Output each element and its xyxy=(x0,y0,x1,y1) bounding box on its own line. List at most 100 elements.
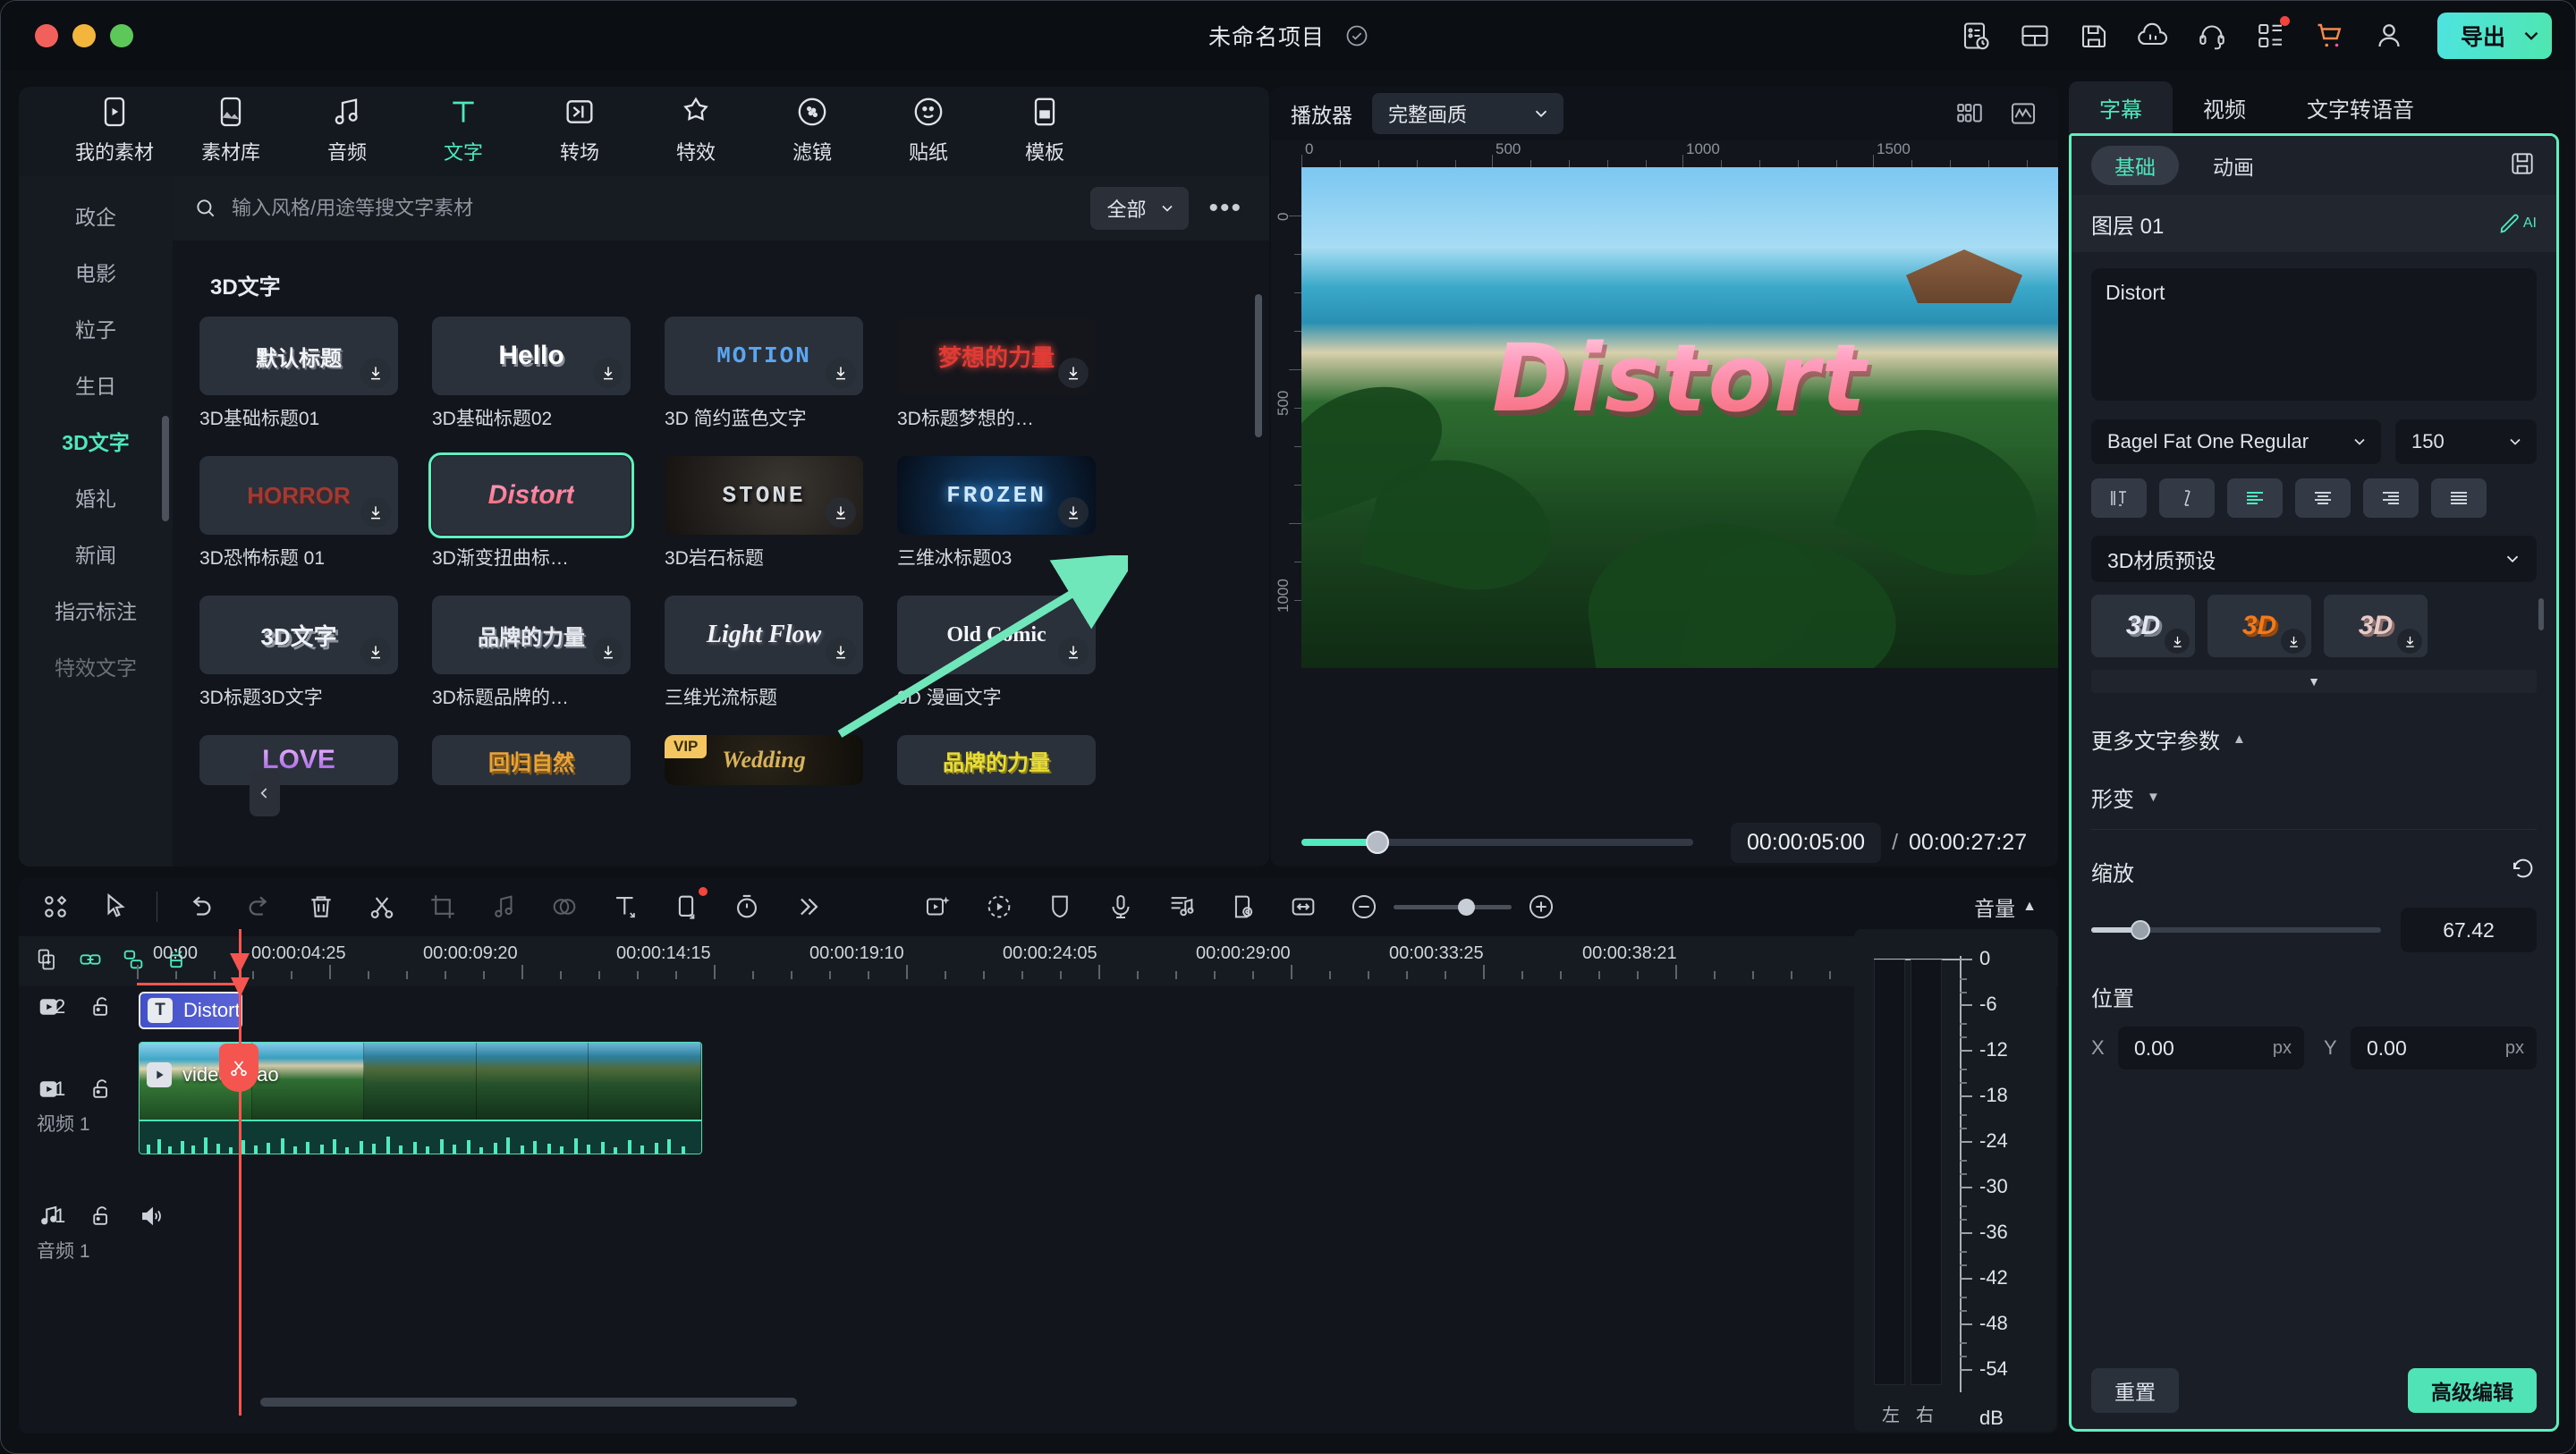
segment-animation[interactable]: 动画 xyxy=(2190,146,2277,185)
shield-button[interactable] xyxy=(1045,892,1075,922)
link-button[interactable] xyxy=(78,947,103,976)
nav-tab-template[interactable]: 模板 xyxy=(987,94,1103,176)
crop-button[interactable] xyxy=(428,892,458,922)
current-time[interactable]: 00:00:05:00 xyxy=(1731,822,1882,863)
nav-tab-text[interactable]: 文字 xyxy=(405,94,521,176)
download-icon[interactable] xyxy=(593,637,623,667)
align-right-button[interactable] xyxy=(2363,478,2419,518)
timeline-zoom-slider[interactable] xyxy=(1394,898,1512,916)
nav-tab-transition[interactable]: 转场 xyxy=(521,94,638,176)
material-scrollbar[interactable] xyxy=(2538,598,2544,630)
position-y-input[interactable]: 0.00 px xyxy=(2351,1027,2537,1069)
template-card[interactable]: VIP Wedding xyxy=(665,735,863,785)
close-window-button[interactable] xyxy=(35,24,58,47)
add-track-button[interactable] xyxy=(35,947,60,976)
window-controls[interactable] xyxy=(35,24,133,47)
text-tool-button[interactable] xyxy=(610,892,640,922)
playback-progress-slider[interactable] xyxy=(1301,831,1693,854)
delete-button[interactable] xyxy=(306,892,336,922)
category-item-3[interactable]: 生日 xyxy=(19,365,173,404)
deform-section[interactable]: 形变 ▼ xyxy=(2091,782,2537,813)
category-item-7[interactable]: 指示标注 xyxy=(19,590,173,630)
chevron-down-icon[interactable] xyxy=(2520,24,2543,47)
align-center-button[interactable] xyxy=(2295,478,2351,518)
category-item-8[interactable]: 特效文字 xyxy=(19,647,173,686)
download-icon[interactable] xyxy=(826,358,856,388)
timeline-clip-text[interactable]: T Distort xyxy=(139,992,242,1029)
download-icon[interactable] xyxy=(360,637,391,667)
color-match-button[interactable] xyxy=(549,892,580,922)
audio-detach-button[interactable] xyxy=(488,892,519,922)
select-tool-button[interactable] xyxy=(101,892,131,922)
waveform-icon[interactable] xyxy=(2008,98,2038,129)
download-icon[interactable] xyxy=(1058,497,1089,528)
more-options-button[interactable]: ••• xyxy=(1203,193,1242,224)
expand-materials-button[interactable]: ▼ xyxy=(2091,670,2537,693)
download-icon[interactable] xyxy=(1058,358,1089,388)
category-item-2[interactable]: 粒子 xyxy=(19,309,173,348)
template-card[interactable]: STONE 3D岩石标题 xyxy=(665,456,863,571)
template-card[interactable]: MOTION 3D 简约蓝色文字 xyxy=(665,317,863,431)
download-icon[interactable] xyxy=(360,497,391,528)
video-canvas[interactable]: Distort xyxy=(1301,167,2058,668)
download-icon[interactable] xyxy=(593,358,623,388)
nav-tab-effects[interactable]: 特效 xyxy=(638,94,754,176)
nav-tab-my-media[interactable]: 我的素材 xyxy=(56,94,173,176)
category-item-5[interactable]: 婚礼 xyxy=(19,478,173,517)
align-left-button[interactable] xyxy=(2227,478,2283,518)
volume-meter-toggle[interactable]: 音量 ▲ xyxy=(1974,892,2037,922)
cart-icon[interactable] xyxy=(2314,20,2346,52)
nav-tab-filter[interactable]: 滤镜 xyxy=(754,94,870,176)
quality-dropdown[interactable]: 完整画质 xyxy=(1372,93,1563,134)
template-card[interactable]: 3D文字 3D标题3D文字 xyxy=(199,596,398,710)
reset-scale-icon[interactable] xyxy=(2510,855,2537,888)
lock-icon[interactable] xyxy=(89,1203,115,1230)
template-card-selected[interactable]: Distort 3D渐变扭曲标… xyxy=(428,452,634,571)
task-list-icon[interactable] xyxy=(1960,20,1992,52)
download-icon[interactable] xyxy=(2165,629,2190,654)
template-card[interactable]: 品牌的力量 xyxy=(897,735,1096,785)
scale-slider-knob[interactable] xyxy=(2131,920,2150,940)
position-x-input[interactable]: 0.00 px xyxy=(2118,1027,2304,1069)
grid-scrollbar[interactable] xyxy=(1255,294,1262,437)
undo-button[interactable] xyxy=(184,892,215,922)
split-at-playhead-button[interactable] xyxy=(219,1044,258,1092)
download-icon[interactable] xyxy=(1058,637,1089,667)
minimize-window-button[interactable] xyxy=(72,24,96,47)
tab-subtitle[interactable]: 字幕 xyxy=(2069,81,2173,133)
tab-video[interactable]: 视频 xyxy=(2173,81,2276,133)
download-icon[interactable] xyxy=(2281,629,2306,654)
material-card[interactable]: 3D xyxy=(2324,595,2428,657)
download-icon[interactable] xyxy=(2397,629,2422,654)
category-item-3d-text[interactable]: 3D文字 xyxy=(19,421,173,461)
nav-tab-stock-library[interactable]: 素材库 xyxy=(173,94,289,176)
vertical-text-button[interactable] xyxy=(2091,478,2147,518)
voice-record-button[interactable] xyxy=(1106,892,1136,922)
lock-icon[interactable] xyxy=(89,1076,115,1103)
timeline-horizontal-scrollbar[interactable] xyxy=(260,1398,797,1407)
template-card[interactable]: Hello 3D基础标题02 xyxy=(432,317,631,431)
template-card[interactable]: Old Comic 3D 漫画文字 xyxy=(897,596,1096,710)
material-preset-dropdown[interactable]: 3D材质预设 xyxy=(2091,536,2537,582)
template-card[interactable]: 回归自然 xyxy=(432,735,631,785)
category-item-6[interactable]: 新闻 xyxy=(19,534,173,573)
download-icon[interactable] xyxy=(826,497,856,528)
template-card[interactable]: Light Flow 三维光流标题 xyxy=(665,596,863,710)
ai-video-button[interactable] xyxy=(923,892,953,922)
template-card[interactable]: HORROR 3D恐怖标题 01 xyxy=(199,456,398,571)
text-content-input[interactable] xyxy=(2091,268,2537,401)
account-icon[interactable] xyxy=(2373,20,2405,52)
scale-slider[interactable] xyxy=(2091,920,2381,940)
grid-view-button[interactable] xyxy=(40,892,71,922)
redo-button[interactable] xyxy=(245,892,275,922)
nav-tab-sticker[interactable]: 贴纸 xyxy=(870,94,987,176)
nav-tab-audio[interactable]: 音频 xyxy=(289,94,405,176)
font-family-dropdown[interactable]: Bagel Fat One Regular xyxy=(2091,419,2381,464)
search-input[interactable] xyxy=(232,197,1077,220)
timeline-ruler-scale[interactable]: 00:00 00:00:04:25 00:00:09:20 00:00:14:1… xyxy=(137,936,2058,986)
cloud-upload-icon[interactable] xyxy=(2137,20,2169,52)
advanced-edit-button[interactable]: 高级编辑 xyxy=(2408,1368,2537,1413)
fit-timeline-button[interactable] xyxy=(1288,892,1318,922)
marker-button[interactable] xyxy=(1227,892,1258,922)
layer-row[interactable]: 图层 01 AI xyxy=(2072,195,2556,252)
